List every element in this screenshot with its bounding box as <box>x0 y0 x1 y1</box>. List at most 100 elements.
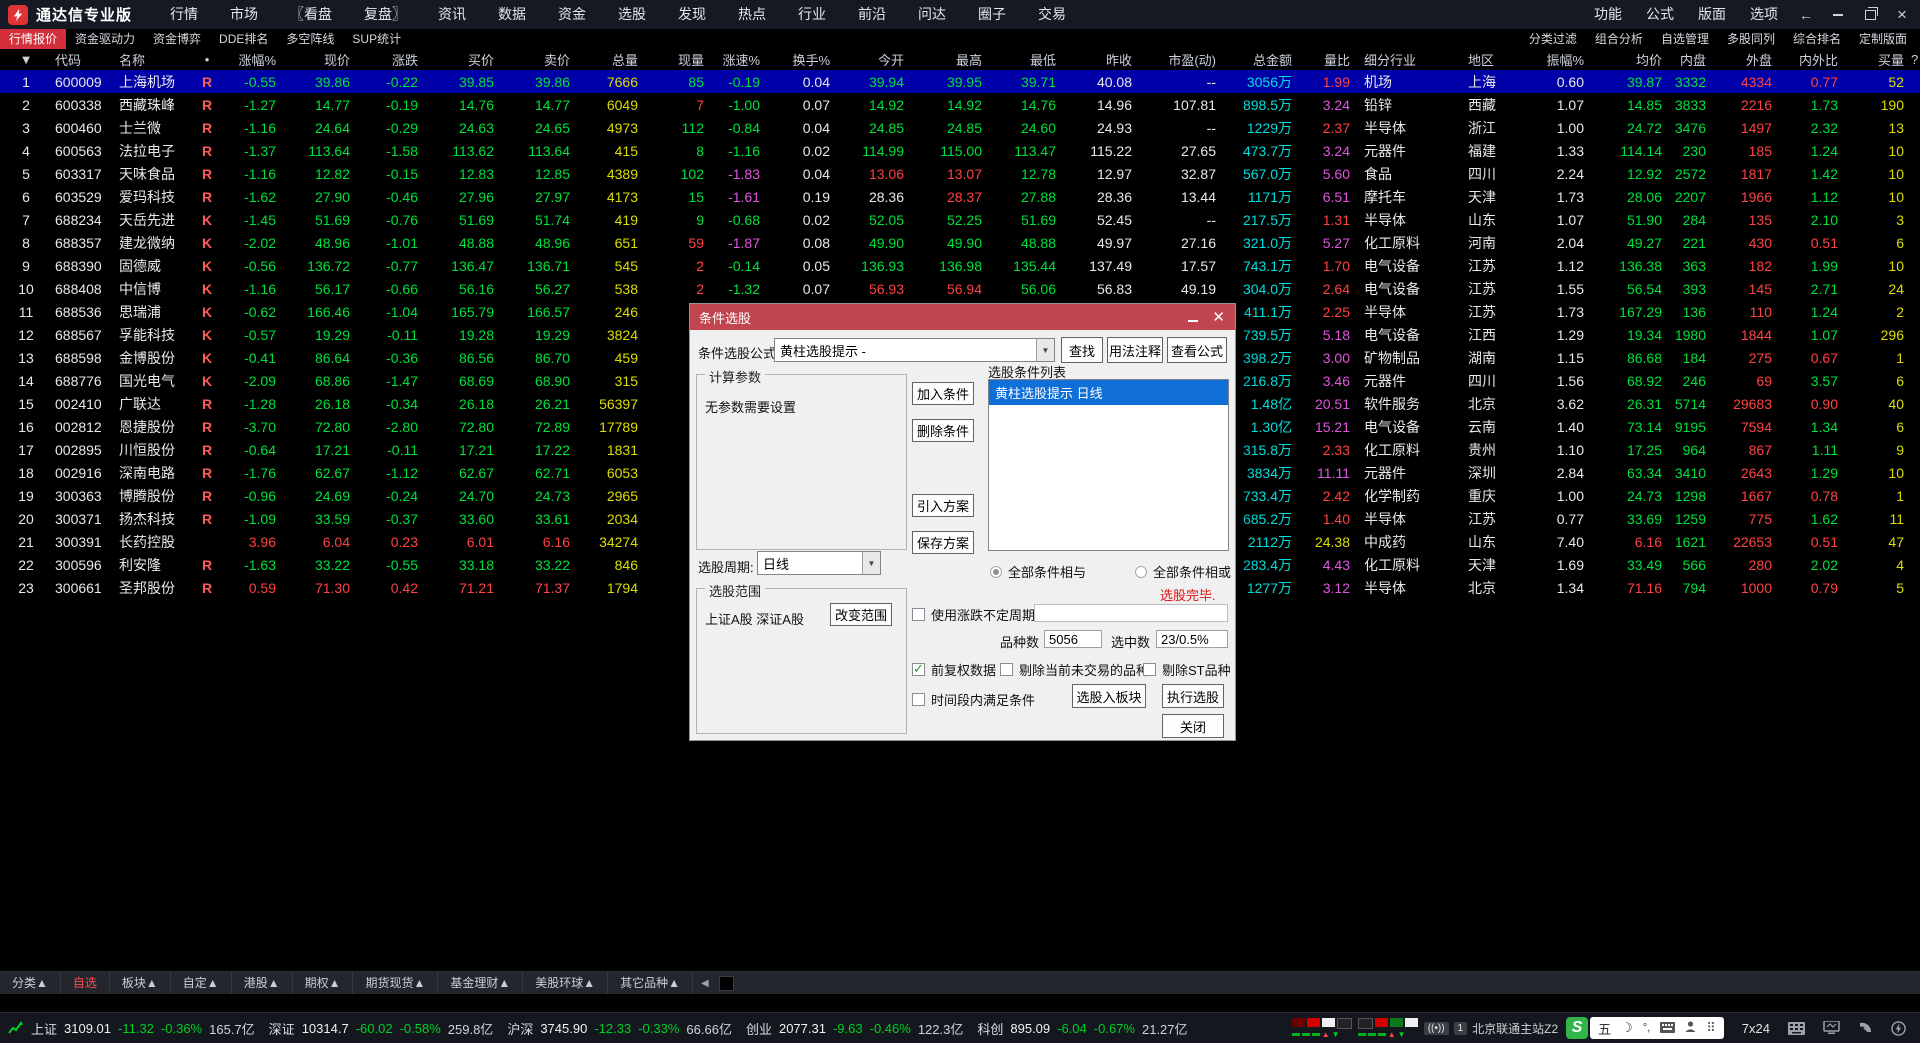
menu-item-选项[interactable]: 选项 <box>1738 0 1790 29</box>
column-header-卖价[interactable]: 卖价 <box>498 49 574 70</box>
server-name[interactable]: 北京联通主站Z2 <box>1472 1020 1558 1037</box>
condition-list[interactable]: 黄柱选股提示 日线 <box>988 379 1229 551</box>
column-header-最高[interactable]: 最高 <box>908 49 986 70</box>
column-header-均价[interactable]: 均价 <box>1588 49 1666 70</box>
forward-adjust-checkbox[interactable]: 前复权数据 <box>912 660 996 679</box>
table-row[interactable]: 10 688408 中信博 K -1.16 56.17 -0.66 56.16 56.27 538… <box>0 277 1920 300</box>
add-condition-button[interactable]: 加入条件 <box>912 382 974 405</box>
table-row[interactable]: 9 688390 固德威 K -0.56 136.72 -0.77 136.47 136.71 5… <box>0 254 1920 277</box>
restore-button[interactable] <box>1862 6 1878 23</box>
table-row[interactable]: 8 688357 建龙微纳 K -2.02 48.96 -1.01 48.88 48.96 651… <box>0 231 1920 254</box>
change-range-button[interactable]: 改变范围 <box>830 603 892 626</box>
tab-自选[interactable]: 自选 <box>61 972 110 994</box>
table-row[interactable]: 7 688234 天岳先进 K -1.45 51.69 -0.76 51.69 51.74 419… <box>0 208 1920 231</box>
ime-user-icon[interactable] <box>1685 1020 1696 1036</box>
tab-板块[interactable]: 板块▲ <box>110 972 171 994</box>
column-header-今开[interactable]: 今开 <box>834 49 908 70</box>
column-header-•[interactable]: • <box>196 49 218 70</box>
ime-mode-toggle[interactable]: 五 <box>1598 1019 1611 1038</box>
column-header-外盘[interactable]: 外盘 <box>1710 49 1776 70</box>
power-bolt-icon[interactable] <box>1891 1020 1906 1036</box>
tab-scroll-left-icon[interactable]: ◀ <box>693 978 717 989</box>
column-header-买价[interactable]: 买价 <box>422 49 498 70</box>
index-沪深[interactable]: 沪深 3745.90 -12.33 -0.33% 66.66亿 <box>507 1019 732 1038</box>
column-header-▼[interactable]: ▼ <box>0 49 52 70</box>
tab-自定[interactable]: 自定▲ <box>171 972 232 994</box>
keypad-panel-icon[interactable] <box>1788 1021 1805 1035</box>
view-formula-button[interactable]: 查看公式 <box>1167 337 1227 363</box>
menu-item-复盘〗[interactable]: 复盘〗 <box>348 0 422 29</box>
tab-分类[interactable]: 分类▲ <box>0 972 61 994</box>
column-header-名称[interactable]: 名称 <box>116 49 196 70</box>
column-header-昨收[interactable]: 昨收 <box>1060 49 1136 70</box>
toolbar-item-多股同列[interactable]: 多股同列 <box>1718 29 1784 49</box>
menu-item-问达[interactable]: 问达 <box>902 0 962 29</box>
column-header-内外比[interactable]: 内外比 <box>1776 49 1842 70</box>
toolbar-item-资金驱动力[interactable]: 资金驱动力 <box>66 29 144 49</box>
menu-item-市场[interactable]: 市场 <box>214 0 274 29</box>
menu-item-前沿[interactable]: 前沿 <box>842 0 902 29</box>
menu-item-行业[interactable]: 行业 <box>782 0 842 29</box>
menu-item-数据[interactable]: 数据 <box>482 0 542 29</box>
column-header-细分行业[interactable]: 细分行业 <box>1354 49 1458 70</box>
column-header-现价[interactable]: 现价 <box>280 49 354 70</box>
ime-halfwidth-icon[interactable]: ☽ <box>1621 1020 1633 1036</box>
table-row[interactable]: 5 603317 天味食品 R -1.16 12.82 -0.15 12.83 12.85 438… <box>0 162 1920 185</box>
column-header-涨幅%[interactable]: 涨幅% <box>218 49 280 70</box>
menu-item-版面[interactable]: 版面 <box>1686 0 1738 29</box>
find-button[interactable]: 查找 <box>1061 337 1103 363</box>
menu-item-热点[interactable]: 热点 <box>722 0 782 29</box>
table-row[interactable]: 6 603529 爱玛科技 R -1.62 27.90 -0.46 27.96 27.97 417… <box>0 185 1920 208</box>
column-header-量比[interactable]: 量比 <box>1296 49 1354 70</box>
condition-list-item[interactable]: 黄柱选股提示 日线 <box>989 380 1228 405</box>
ime-menu-icon[interactable]: ⠿ <box>1706 1020 1716 1036</box>
menu-item-发现[interactable]: 发现 <box>662 0 722 29</box>
menu-item-功能[interactable]: 功能 <box>1582 0 1634 29</box>
toolbar-item-分类过滤[interactable]: 分类过滤 <box>1520 29 1586 49</box>
menu-item-行情[interactable]: 行情 <box>154 0 214 29</box>
menu-item-资讯[interactable]: 资讯 <box>422 0 482 29</box>
chevron-down-icon[interactable]: ▼ <box>862 552 880 574</box>
menu-item-圈子[interactable]: 圈子 <box>962 0 1022 29</box>
tab-其它品种[interactable]: 其它品种▲ <box>608 972 694 994</box>
formula-combo[interactable]: 黄柱选股提示 - ▼ <box>774 338 1055 362</box>
column-header-地区[interactable]: 地区 <box>1458 49 1520 70</box>
toolbar-item-多空阵线[interactable]: 多空阵线 <box>277 29 343 49</box>
toolbar-item-行情报价[interactable]: 行情报价 <box>0 29 67 49</box>
index-上证[interactable]: 上证 3109.01 -11.32 -0.36% 165.7亿 <box>31 1019 255 1038</box>
irregular-period-input[interactable] <box>1034 604 1228 622</box>
dialog-title-bar[interactable]: 条件选股 ✕ <box>690 304 1235 330</box>
column-header-代码[interactable]: 代码 <box>52 49 116 70</box>
usage-note-button[interactable]: 用法注释 <box>1107 337 1163 363</box>
remove-condition-button[interactable]: 删除条件 <box>912 419 974 442</box>
toolbar-item-组合分析[interactable]: 组合分析 <box>1586 29 1652 49</box>
toolbar-item-定制版面[interactable]: 定制版面 <box>1850 29 1916 49</box>
period-combo[interactable]: 日线 ▼ <box>757 551 881 575</box>
pick-to-block-button[interactable]: 选股入板块 <box>1072 684 1146 708</box>
column-header-总金额[interactable]: 总金额 <box>1220 49 1296 70</box>
save-plan-button[interactable]: 保存方案 <box>912 531 974 554</box>
radio-all-and[interactable]: 全部条件相与 <box>990 562 1086 581</box>
dialog-minimize-button[interactable] <box>1188 310 1199 325</box>
minimize-button[interactable] <box>1830 7 1846 23</box>
dialog-close-button[interactable]: 关闭 <box>1162 714 1224 738</box>
menu-item-资金[interactable]: 资金 <box>542 0 602 29</box>
satellite-dish-icon[interactable] <box>1858 1021 1873 1035</box>
ime-keyboard-icon[interactable] <box>1660 1021 1676 1036</box>
column-header-振幅%[interactable]: 振幅% <box>1520 49 1588 70</box>
column-header-现量[interactable]: 现量 <box>642 49 708 70</box>
toolbar-item-综合排名[interactable]: 综合排名 <box>1784 29 1850 49</box>
column-header-最低[interactable]: 最低 <box>986 49 1060 70</box>
column-header-总量[interactable]: 总量 <box>574 49 642 70</box>
table-row[interactable]: 3 600460 士兰微 R -1.16 24.64 -0.29 24.63 24.65 4973… <box>0 116 1920 139</box>
exclude-st-checkbox[interactable]: 剔除ST品种 <box>1143 660 1231 679</box>
timerange-checkbox[interactable]: 时间段内满足条件 <box>912 690 1035 709</box>
close-button[interactable]: × <box>1894 5 1910 24</box>
column-header-市盈(动)[interactable]: 市盈(动) <box>1136 49 1220 70</box>
radio-all-or[interactable]: 全部条件相或 <box>1135 562 1231 581</box>
table-row[interactable]: 4 600563 法拉电子 R -1.37 113.64 -1.58 113.62 113.64… <box>0 139 1920 162</box>
toolbar-item-DDE排名[interactable]: DDE排名 <box>210 29 277 49</box>
menu-item-交易[interactable]: 交易 <box>1022 0 1082 29</box>
index-创业[interactable]: 创业 2077.31 -9.63 -0.46% 122.3亿 <box>746 1019 963 1038</box>
dialog-close-icon[interactable]: ✕ <box>1212 310 1225 325</box>
